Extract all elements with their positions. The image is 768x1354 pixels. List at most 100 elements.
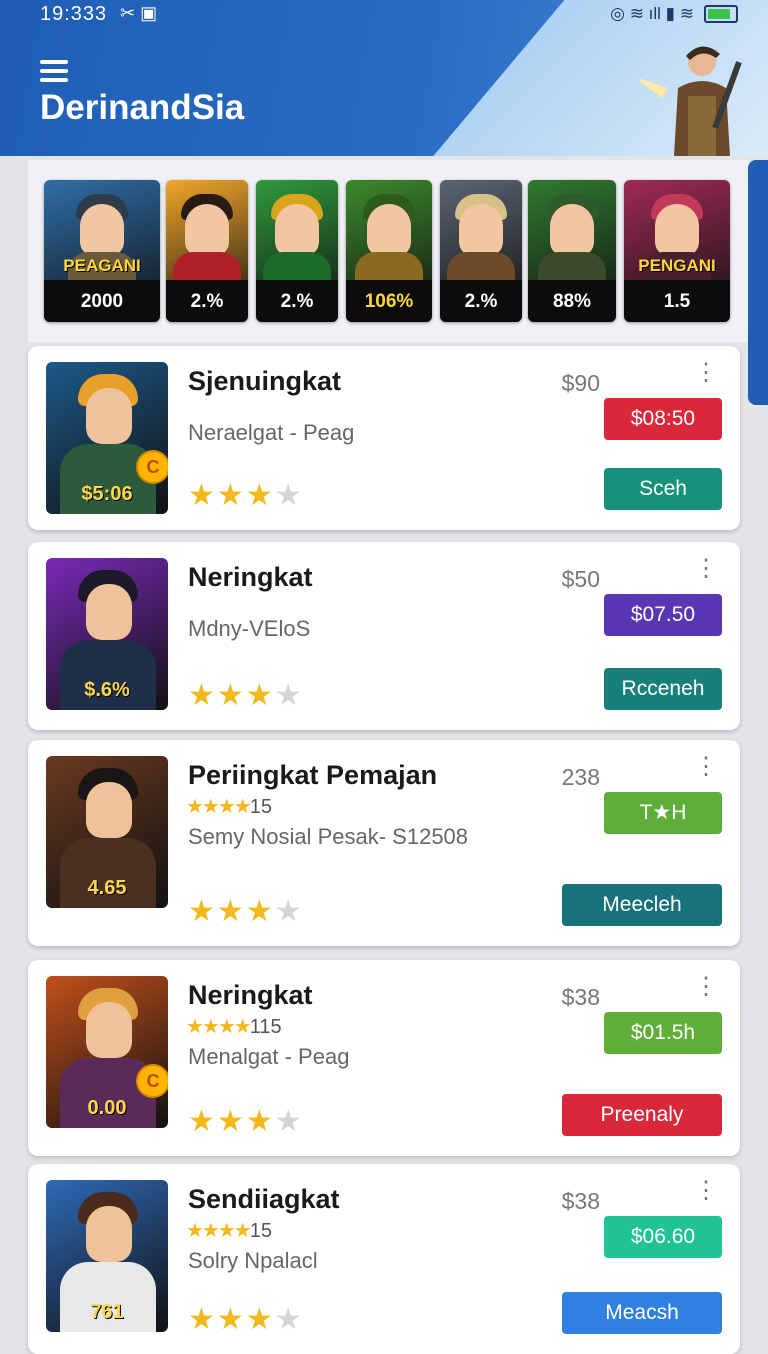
star-icon: ★ <box>216 679 246 712</box>
item-price: $90 <box>561 370 600 396</box>
item-card[interactable]: 4.65 Periingkat Pemajan ★★★★15 Semy Nosial … <box>28 740 740 946</box>
card-value: 2000 <box>44 280 160 322</box>
price-tag[interactable]: $07.50 <box>604 594 722 636</box>
item-name: Neringkat <box>188 980 313 1010</box>
carousel-card[interactable]: 88% <box>528 180 616 322</box>
hero-character-illustration <box>640 46 742 156</box>
star-icon: ★ <box>245 1303 275 1336</box>
star-icon: ★ <box>274 479 304 512</box>
action-button[interactable]: Sceh <box>604 468 722 510</box>
item-thumbnail[interactable]: C $5:06 <box>46 362 168 514</box>
carousel-card[interactable]: 2.% <box>256 180 338 322</box>
card-stamp: PEAGANI <box>63 256 141 275</box>
star-rating: ★★★★ <box>188 478 304 513</box>
item-subtitle: Solry Npalacl <box>188 1248 318 1273</box>
item-card[interactable]: $.6% Neringkat Mdny-VEloS ★★★★ $50 ⋮ $07.50 Rcc… <box>28 542 740 730</box>
more-options-icon[interactable]: ⋮ <box>694 361 718 385</box>
star-icon: ★ <box>274 1303 304 1336</box>
thumbnail-price: $.6% <box>84 679 130 701</box>
character-face <box>459 204 503 256</box>
status-bar: 19:333 ✂ ▣ ◎ ≋ ıll ▮ ≋ <box>0 0 768 30</box>
carousel-card[interactable]: 106% <box>346 180 432 322</box>
character-face <box>86 1002 132 1058</box>
character-face <box>86 1206 132 1262</box>
item-name: Neringkat <box>188 562 313 592</box>
price-tag[interactable]: $01.5h <box>604 1012 722 1054</box>
action-button[interactable]: Rcceneh <box>604 668 722 710</box>
star-icon: ★ <box>245 1105 275 1138</box>
star-icon: ★ <box>274 1105 304 1138</box>
featured-carousel: PEAGANI 2000 2.% 2.% 106% 2.% 88% PENGANI 1.5 <box>28 160 748 342</box>
star-icon: ★ <box>188 479 217 512</box>
star-rating: ★★★★ <box>188 1302 304 1337</box>
carousel-card[interactable]: 2.% <box>166 180 248 322</box>
item-thumbnail[interactable]: 761 <box>46 1180 168 1332</box>
app-title: DerinandSia <box>40 88 245 127</box>
mini-rating: ★★★★115 <box>186 1014 282 1039</box>
character-face <box>86 584 132 640</box>
side-accent <box>748 160 768 405</box>
card-value: 2.% <box>256 280 338 322</box>
character-face <box>550 204 594 256</box>
star-icon: ★ <box>216 1303 246 1336</box>
price-tag[interactable]: $06.60 <box>604 1216 722 1258</box>
card-value: 2.% <box>166 280 248 322</box>
action-button[interactable]: Meecleh <box>562 884 722 926</box>
item-thumbnail[interactable]: $.6% <box>46 558 168 710</box>
star-icon: ★ <box>245 479 275 512</box>
carousel-card[interactable]: PEAGANI 2000 <box>44 180 160 322</box>
character-face <box>80 204 124 256</box>
carousel-card[interactable]: PENGANI 1.5 <box>624 180 730 322</box>
star-icon: ★ <box>188 1105 217 1138</box>
star-icon: ★ <box>216 479 246 512</box>
more-options-icon[interactable]: ⋮ <box>694 557 718 581</box>
item-thumbnail[interactable]: 4.65 <box>46 756 168 908</box>
thumbnail-price: $5:06 <box>81 483 133 505</box>
card-value: 88% <box>528 280 616 322</box>
more-options-icon[interactable]: ⋮ <box>694 975 718 999</box>
more-options-icon[interactable]: ⋮ <box>694 1179 718 1203</box>
item-card[interactable]: C $5:06 Sjenuingkat Neraelgat - Peag ★★★★ $90… <box>28 346 740 530</box>
item-subtitle: Mdny-VEloS <box>188 616 311 641</box>
card-value: 1.5 <box>624 280 730 322</box>
action-button[interactable]: Meacsh <box>562 1292 722 1334</box>
item-subtitle: Semy Nosial Pesak- S12508 <box>188 824 469 849</box>
character-face <box>275 204 319 256</box>
status-right-icons: ◎ ≋ ıll ▮ ≋ <box>610 4 738 24</box>
character-face <box>86 388 132 444</box>
price-tag[interactable]: $08:50 <box>604 398 722 440</box>
item-name: Sendiiagkat <box>188 1184 340 1214</box>
character-face <box>367 204 411 256</box>
mini-stars-icon: ★★★★ <box>186 1220 252 1242</box>
action-button[interactable]: Preenaly <box>562 1094 722 1136</box>
thumbnail-price: 0.00 <box>87 1097 127 1119</box>
notification-icons: ✂ ▣ <box>120 3 158 23</box>
mini-stars-icon: ★★★★ <box>186 796 252 818</box>
mini-rating-count: 15 <box>249 796 272 818</box>
star-icon: ★ <box>188 679 217 712</box>
item-price: $50 <box>561 566 600 592</box>
app-header: 19:333 ✂ ▣ ◎ ≋ ıll ▮ ≋ DerinandSia <box>0 0 768 156</box>
item-card[interactable]: C 0.00 Neringkat ★★★★115 Menalgat - Peag ★★★★… <box>28 960 740 1156</box>
price-tag[interactable]: T★H <box>604 792 722 834</box>
hamburger-icon[interactable] <box>40 60 68 87</box>
item-card[interactable]: 761 Sendiiagkat ★★★★15 Solry Npalacl ★★★★ $38… <box>28 1164 740 1354</box>
status-time: 19:333 <box>40 3 108 25</box>
item-thumbnail[interactable]: C 0.00 <box>46 976 168 1128</box>
mini-rating: ★★★★15 <box>186 1218 272 1243</box>
star-rating: ★★★★ <box>188 894 304 929</box>
carousel-card[interactable]: 2.% <box>440 180 522 322</box>
battery-icon <box>704 5 738 23</box>
star-icon: ★ <box>245 895 275 928</box>
more-options-icon[interactable]: ⋮ <box>694 755 718 779</box>
star-icon: ★ <box>274 679 304 712</box>
star-icon: ★ <box>216 895 246 928</box>
coin-icon: C <box>136 1064 168 1098</box>
card-value: 106% <box>346 280 432 322</box>
star-icon: ★ <box>274 895 304 928</box>
character-face <box>185 204 229 256</box>
star-rating: ★★★★ <box>188 1104 304 1139</box>
item-name: Sjenuingkat <box>188 366 342 396</box>
item-subtitle: Neraelgat - Peag <box>188 420 355 445</box>
signal-icon: ◎ ≋ ıll ▮ ≋ <box>610 4 694 23</box>
